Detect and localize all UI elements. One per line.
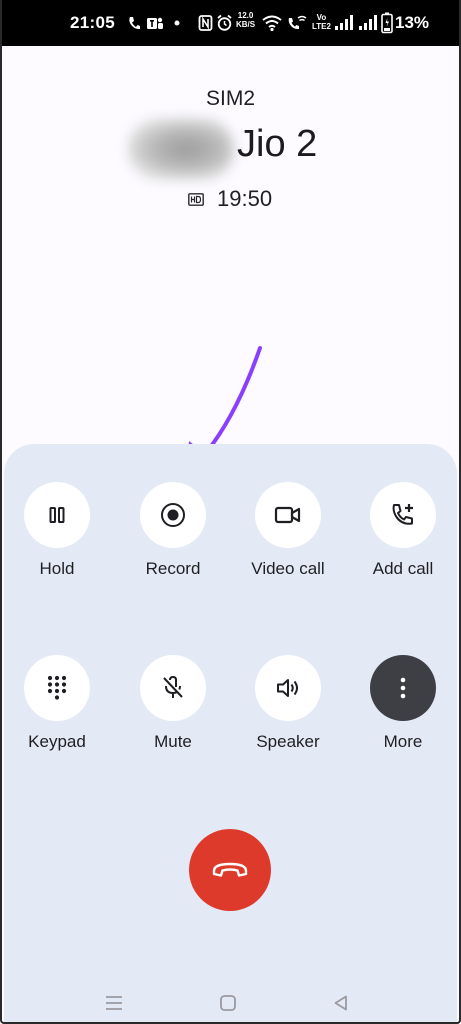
more-circle[interactable]: [370, 655, 436, 721]
more-label: More: [383, 732, 423, 751]
hold-label: Hold: [39, 559, 75, 578]
call-duration: 19:50: [217, 186, 273, 211]
more-button[interactable]: More: [348, 655, 458, 752]
contact-name: Jio 2: [237, 123, 318, 165]
hold-circle[interactable]: [24, 482, 90, 548]
blurred-contact-name: [128, 118, 234, 180]
volte-top: Vo: [316, 13, 327, 22]
record-label: Record: [145, 559, 201, 578]
wifi-calling-icon: [288, 15, 307, 30]
add-call-icon: [392, 504, 413, 525]
nfc-icon: [198, 15, 213, 31]
speed-value: 12.0: [237, 11, 254, 20]
sim-label: SIM2: [205, 87, 255, 110]
keypad-button[interactable]: Keypad: [2, 655, 112, 752]
add-call-label: Add call: [372, 559, 434, 578]
hold-button[interactable]: Hold: [2, 482, 112, 579]
record-circle[interactable]: [140, 482, 206, 548]
speed-unit: KB/S: [236, 20, 256, 29]
notification-dot-icon: [174, 20, 180, 26]
volte-bottom: LTE2: [312, 22, 331, 31]
keypad-circle[interactable]: [24, 655, 90, 721]
video-camera-icon: [274, 506, 301, 524]
record-button[interactable]: Record: [118, 482, 228, 579]
status-bar: 21:05 12.0 KB/S Vo LTE2 13%: [0, 0, 461, 46]
keypad-label: Keypad: [28, 732, 86, 751]
speaker-volume-icon: [277, 679, 298, 697]
video-call-circle[interactable]: [255, 482, 321, 548]
mute-button[interactable]: Mute: [118, 655, 228, 752]
mute-circle[interactable]: [140, 655, 206, 721]
signal-icon-1: [335, 15, 353, 30]
battery-percent: 13%: [395, 13, 430, 32]
hd-voice-icon: [188, 193, 204, 206]
back-button[interactable]: [326, 988, 356, 1018]
navigation-bar: [0, 980, 461, 1024]
home-square-icon: [220, 995, 236, 1011]
signal-icon-2: [359, 15, 377, 30]
add-call-circle[interactable]: [370, 482, 436, 548]
network-speed: 12.0 KB/S: [236, 11, 255, 29]
record-icon: [161, 503, 185, 527]
volte-indicator: Vo LTE2: [312, 13, 331, 31]
hang-up-icon: [212, 862, 248, 877]
add-call-button[interactable]: Add call: [348, 482, 458, 579]
teams-icon: [147, 17, 163, 29]
pause-icon: [49, 507, 65, 523]
menu-lines-icon: [106, 996, 122, 1010]
status-time: 21:05: [70, 13, 115, 32]
video-call-label: Video call: [251, 559, 325, 578]
speaker-label: Speaker: [256, 732, 320, 751]
dialpad-icon: [47, 675, 67, 700]
phone-call-icon: [129, 17, 140, 30]
speaker-button[interactable]: Speaker: [233, 655, 343, 752]
video-call-button[interactable]: Video call: [233, 482, 343, 579]
home-button[interactable]: [213, 988, 243, 1018]
more-vertical-icon: [400, 677, 406, 699]
battery-icon: [381, 12, 393, 34]
recents-button[interactable]: [99, 988, 129, 1018]
speaker-circle[interactable]: [255, 655, 321, 721]
alarm-icon: [217, 14, 232, 31]
mic-off-icon: [163, 675, 183, 698]
end-call-button[interactable]: [189, 829, 271, 911]
mute-label: Mute: [154, 732, 192, 751]
back-triangle-icon: [334, 995, 347, 1011]
wifi-icon: [262, 15, 282, 32]
